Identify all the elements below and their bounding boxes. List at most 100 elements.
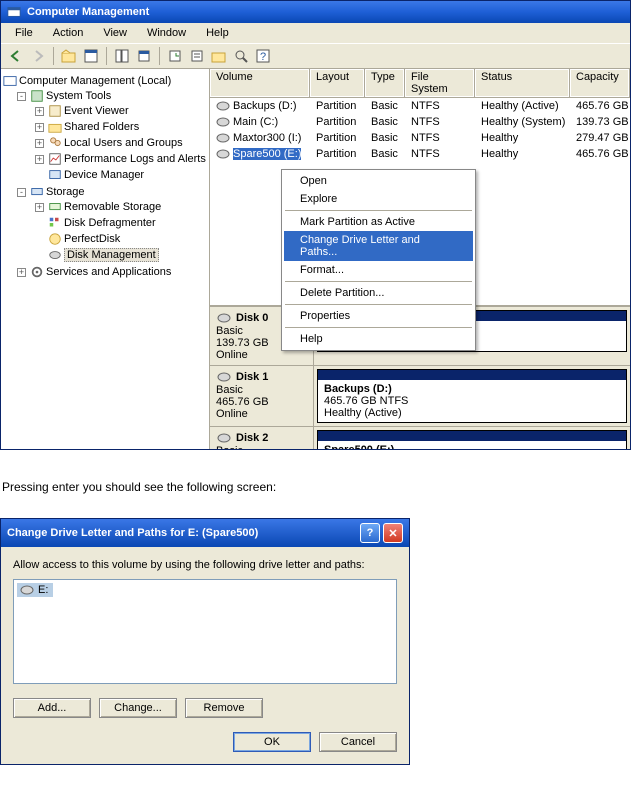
dialog-instruction: Allow access to this volume by using the… (13, 559, 397, 571)
toolbar: ? (1, 43, 630, 69)
menu-view[interactable]: View (95, 25, 135, 41)
tree-event-viewer[interactable]: +Event Viewer (33, 104, 209, 118)
tree-device-mgr[interactable]: Device Manager (33, 168, 209, 182)
disk-icon (216, 370, 232, 384)
volume-icon (216, 116, 230, 128)
menu-separator (285, 210, 472, 211)
services-icon (30, 265, 44, 279)
drive-icon (20, 584, 34, 596)
col-capacity[interactable]: Capacity (570, 69, 630, 97)
forward-button[interactable] (29, 47, 47, 65)
expand-icon[interactable]: + (35, 155, 44, 164)
tools-icon (30, 89, 44, 103)
menu-separator (285, 281, 472, 282)
partition[interactable]: Spare500 (E:) (317, 430, 627, 450)
tree-removable[interactable]: +Removable Storage (33, 200, 209, 214)
expand-icon[interactable]: + (35, 107, 44, 116)
instruction-text: Pressing enter you should see the follow… (0, 450, 631, 514)
remove-button[interactable]: Remove (185, 698, 263, 718)
tree-services[interactable]: +Services and Applications (15, 265, 209, 279)
col-layout[interactable]: Layout (310, 69, 365, 97)
disk-icon (216, 311, 232, 325)
ctx-delete[interactable]: Delete Partition... (284, 284, 473, 302)
drive-list-item[interactable]: E: (17, 583, 53, 597)
expand-icon[interactable]: + (17, 268, 26, 277)
tree-local-users[interactable]: +Local Users and Groups (33, 136, 209, 150)
ctx-open[interactable]: Open (284, 172, 473, 190)
menubar: File Action View Window Help (1, 23, 630, 43)
dialog-title: Change Drive Letter and Paths for E: (Sp… (7, 527, 258, 539)
col-type[interactable]: Type (365, 69, 405, 97)
volume-icon (216, 100, 230, 112)
partition-stripe (318, 370, 626, 380)
event-viewer-icon (48, 104, 62, 118)
volume-row[interactable]: Maxtor300 (I:) Partition Basic NTFS Heal… (210, 130, 630, 146)
tree-disk-mgmt[interactable]: Disk Management (33, 248, 209, 262)
tree-storage[interactable]: - Storage (15, 185, 209, 199)
dialog-close-button[interactable]: ✕ (383, 523, 403, 543)
settings-button[interactable] (188, 47, 206, 65)
volume-row-selected[interactable]: Spare500 (E:) Partition Basic NTFS Healt… (210, 146, 630, 162)
volume-icon (216, 132, 230, 144)
expand-icon[interactable]: + (35, 139, 44, 148)
help-button[interactable]: ? (254, 47, 272, 65)
volume-row[interactable]: Main (C:) Partition Basic NTFS Healthy (… (210, 114, 630, 130)
back-button[interactable] (7, 47, 25, 65)
menu-action[interactable]: Action (45, 25, 92, 41)
tree-root[interactable]: Computer Management (Local) (1, 74, 209, 88)
window-title: Computer Management (27, 6, 149, 18)
ctx-format[interactable]: Format... (284, 261, 473, 279)
menu-file[interactable]: File (7, 25, 41, 41)
drive-listbox[interactable]: E: (13, 579, 397, 684)
app-icon (7, 5, 21, 19)
device-mgr-icon (48, 168, 62, 182)
partition[interactable]: Backups (D:) 465.76 GB NTFS Healthy (Act… (317, 369, 627, 423)
ctx-mark-active[interactable]: Mark Partition as Active (284, 213, 473, 231)
menu-help[interactable]: Help (198, 25, 237, 41)
separator-icon (53, 47, 54, 65)
svg-text:?: ? (260, 51, 266, 63)
find-button[interactable] (232, 47, 250, 65)
ctx-help[interactable]: Help (284, 330, 473, 348)
disk-row[interactable]: Disk 2 Basic Spare500 (E:) (210, 427, 630, 450)
tree-system-tools[interactable]: - System Tools (15, 89, 209, 103)
menu-window[interactable]: Window (139, 25, 194, 41)
disk-icon (216, 431, 232, 445)
titlebar[interactable]: Computer Management (1, 1, 630, 23)
add-button[interactable]: Add... (13, 698, 91, 718)
disk-row[interactable]: Disk 1 Basic 465.76 GB Online Backups (D… (210, 366, 630, 427)
refresh-button[interactable] (166, 47, 184, 65)
removable-icon (48, 200, 62, 214)
collapse-icon[interactable]: - (17, 92, 26, 101)
tree-perfectdisk[interactable]: PerfectDisk (33, 232, 209, 246)
dialog-help-button[interactable]: ? (360, 523, 380, 543)
dialog-titlebar[interactable]: Change Drive Letter and Paths for E: (Sp… (1, 519, 409, 547)
tree-defrag[interactable]: Disk Defragmenter (33, 216, 209, 230)
show-hide-tree-button[interactable] (113, 47, 131, 65)
perfectdisk-icon (48, 232, 62, 246)
ctx-change-letter[interactable]: Change Drive Letter and Paths... (284, 231, 473, 261)
expand-icon[interactable]: + (35, 123, 44, 132)
tree-shared-folders[interactable]: +Shared Folders (33, 120, 209, 134)
col-filesystem[interactable]: File System (405, 69, 475, 97)
separator-icon (106, 47, 107, 65)
context-menu: Open Explore Mark Partition as Active Ch… (281, 169, 476, 351)
change-button[interactable]: Change... (99, 698, 177, 718)
expand-icon[interactable]: + (35, 203, 44, 212)
storage-icon (30, 185, 44, 199)
new-window-button[interactable] (135, 47, 153, 65)
folder-button[interactable] (210, 47, 228, 65)
properties-button[interactable] (82, 47, 100, 65)
col-status[interactable]: Status (475, 69, 570, 97)
tree-pane: Computer Management (Local) - System Too… (1, 69, 210, 449)
up-folder-button[interactable] (60, 47, 78, 65)
ok-button[interactable]: OK (233, 732, 311, 752)
ctx-properties[interactable]: Properties (284, 307, 473, 325)
collapse-icon[interactable]: - (17, 188, 26, 197)
cancel-button[interactable]: Cancel (319, 732, 397, 752)
defrag-icon (48, 216, 62, 230)
col-volume[interactable]: Volume (210, 69, 310, 97)
volume-row[interactable]: Backups (D:) Partition Basic NTFS Health… (210, 98, 630, 114)
ctx-explore[interactable]: Explore (284, 190, 473, 208)
tree-perf-logs[interactable]: +Performance Logs and Alerts (33, 152, 209, 166)
